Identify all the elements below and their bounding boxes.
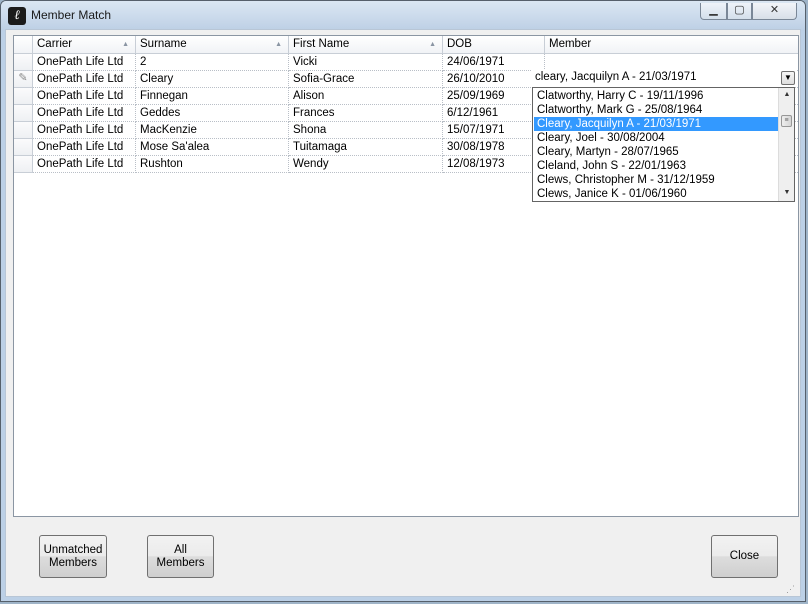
cell-dob[interactable]: 12/08/1973 <box>443 156 545 173</box>
sort-arrow-icon: ▲ <box>275 41 282 48</box>
cell-dob[interactable]: 25/09/1969 <box>443 88 545 105</box>
all-members-button[interactable]: All Members <box>147 535 214 578</box>
cell-surname[interactable]: Geddes <box>136 105 289 122</box>
column-header-label: Carrier <box>37 38 73 50</box>
cell-carrier[interactable]: OnePath Life Ltd <box>33 122 136 139</box>
cell-dob[interactable]: 6/12/1961 <box>443 105 545 122</box>
title-bar[interactable]: ℓ Member Match ▁ ▢ ✕ <box>1 1 805 31</box>
member-match-window: ℓ Member Match ▁ ▢ ✕ Carrier ▲ Surname ▲ F… <box>0 0 806 602</box>
cell-first-name[interactable]: Tuitamaga <box>289 139 443 156</box>
unmatched-members-button[interactable]: Unmatched Members <box>39 535 107 578</box>
cell-carrier[interactable]: OnePath Life Ltd <box>33 139 136 156</box>
minimize-icon: ▁ <box>709 4 718 16</box>
cell-first-name[interactable]: Vicki <box>289 54 443 71</box>
row-header[interactable] <box>14 156 33 173</box>
cell-carrier[interactable]: OnePath Life Ltd <box>33 88 136 105</box>
column-header-label: Surname <box>140 38 187 50</box>
pencil-icon: ✎ <box>18 72 28 84</box>
cell-first-name[interactable]: Frances <box>289 105 443 122</box>
close-button[interactable]: Close <box>711 535 778 578</box>
cell-carrier[interactable]: OnePath Life Ltd <box>33 71 136 88</box>
cell-carrier[interactable]: OnePath Life Ltd <box>33 156 136 173</box>
row-header[interactable] <box>14 122 33 139</box>
dropdown-option-selected[interactable]: Cleary, Jacquilyn A - 21/03/1971 <box>534 117 778 131</box>
row-header[interactable] <box>14 139 33 156</box>
cell-surname[interactable]: Rushton <box>136 156 289 173</box>
dropdown-option[interactable]: Clews, Christopher M - 31/12/1959 <box>534 173 778 187</box>
minimize-button[interactable]: ▁ <box>700 3 727 20</box>
grid-corner <box>14 36 33 54</box>
cell-dob[interactable]: 30/08/1978 <box>443 139 545 156</box>
dropdown-option[interactable]: Clatworthy, Mark G - 25/08/1964 <box>534 103 778 117</box>
size-grip-icon[interactable]: ⋰ <box>786 584 796 594</box>
cell-surname[interactable]: Finnegan <box>136 88 289 105</box>
cell-first-name[interactable]: Alison <box>289 88 443 105</box>
row-header[interactable]: ✎ <box>14 71 33 88</box>
close-icon: ✕ <box>769 4 780 16</box>
window-title: Member Match <box>31 8 112 22</box>
cell-first-name[interactable]: Sofia-Grace <box>289 71 443 88</box>
cell-carrier[interactable]: OnePath Life Ltd <box>33 54 136 71</box>
cell-surname[interactable]: MacKenzie <box>136 122 289 139</box>
dropdown-option[interactable]: Clatworthy, Harry C - 19/11/1996 <box>534 89 778 103</box>
row-header[interactable] <box>14 54 33 71</box>
sort-arrow-icon: ▲ <box>429 41 436 48</box>
column-header-first-name[interactable]: First Name ▲ <box>289 36 443 54</box>
column-header-surname[interactable]: Surname ▲ <box>136 36 289 54</box>
member-combo-input[interactable]: cleary, Jacquilyn A - 21/03/1971 <box>531 69 797 86</box>
dropdown-option[interactable]: Cleland, John S - 22/01/1963 <box>534 159 778 173</box>
sort-arrow-icon: ▲ <box>122 41 129 48</box>
cell-surname[interactable]: 2 <box>136 54 289 71</box>
column-header-carrier[interactable]: Carrier ▲ <box>33 36 136 54</box>
column-header-label: DOB <box>447 38 472 50</box>
cell-first-name[interactable]: Shona <box>289 122 443 139</box>
column-header-member[interactable]: Member <box>545 36 798 54</box>
maximize-button[interactable]: ▢ <box>727 3 752 20</box>
member-dropdown-list[interactable]: Clatworthy, Harry C - 19/11/1996 Clatwor… <box>532 87 795 202</box>
close-window-button[interactable]: ✕ <box>752 3 797 20</box>
scroll-thumb[interactable]: ≡ <box>781 115 792 127</box>
dropdown-option[interactable]: Cleary, Joel - 30/08/2004 <box>534 131 778 145</box>
chevron-down-icon: ▼ <box>784 73 792 82</box>
cell-dob[interactable]: 26/10/2010 <box>443 71 545 88</box>
member-dropdown-button[interactable]: ▼ <box>781 71 795 85</box>
cell-surname[interactable]: Cleary <box>136 71 289 88</box>
scroll-down-icon[interactable]: ▼ <box>780 186 794 200</box>
app-logo-icon: ℓ <box>8 7 26 25</box>
dropdown-option[interactable]: Clews, Janice K - 01/06/1960 <box>534 187 778 201</box>
cell-carrier[interactable]: OnePath Life Ltd <box>33 105 136 122</box>
column-header-label: First Name <box>293 38 350 50</box>
cell-surname[interactable]: Mose Sa'alea <box>136 139 289 156</box>
column-header-dob[interactable]: DOB <box>443 36 545 54</box>
cell-dob[interactable]: 24/06/1971 <box>443 54 545 71</box>
cell-first-name[interactable]: Wendy <box>289 156 443 173</box>
dropdown-scrollbar[interactable]: ▲ ≡ ▼ <box>778 88 794 201</box>
row-header[interactable] <box>14 88 33 105</box>
scroll-up-icon[interactable]: ▲ <box>780 88 794 102</box>
cell-dob[interactable]: 15/07/1971 <box>443 122 545 139</box>
column-header-label: Member <box>549 38 592 50</box>
row-header[interactable] <box>14 105 33 122</box>
dropdown-option[interactable]: Cleary, Martyn - 28/07/1965 <box>534 145 778 159</box>
maximize-icon: ▢ <box>734 4 745 16</box>
